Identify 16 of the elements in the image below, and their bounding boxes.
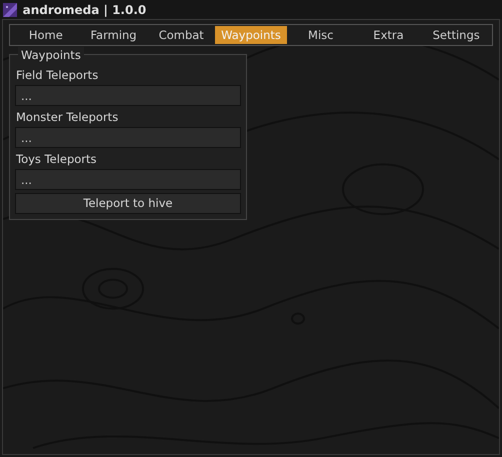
field-label: Toys Teleports [16, 151, 98, 167]
group-title: Waypoints [18, 47, 84, 64]
tab[interactable]: Home [12, 26, 80, 44]
tab[interactable]: Misc [286, 26, 355, 44]
dropdown-field[interactable]: ... [15, 85, 241, 106]
dropdown-field[interactable]: ... [15, 127, 241, 148]
field-label: Monster Teleports [16, 109, 120, 125]
window-title: andromeda | 1.0.0 [22, 2, 146, 18]
teleport-button[interactable]: Teleport to hive [15, 193, 241, 214]
tab[interactable]: Combat [147, 26, 216, 44]
tab[interactable]: Extra [354, 26, 422, 44]
field-label: Field Teleports [16, 67, 100, 83]
tab[interactable]: Settings [422, 26, 490, 44]
app-logo-icon [2, 2, 17, 16]
tab[interactable]: Farming [80, 26, 148, 44]
dropdown-field[interactable]: ... [15, 169, 241, 190]
